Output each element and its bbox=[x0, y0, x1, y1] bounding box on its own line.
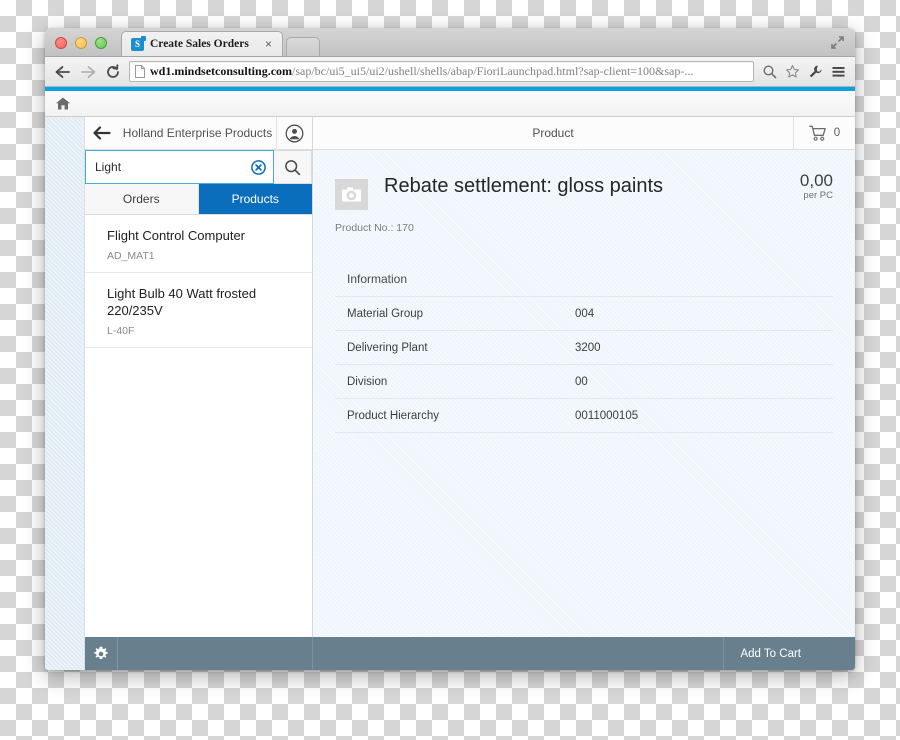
detail-header: Product 0 bbox=[313, 116, 855, 150]
left-rail bbox=[45, 117, 85, 670]
browser-tab-title: Create Sales Orders bbox=[150, 38, 249, 50]
information-section: Information Material Group 004 Deliverin… bbox=[335, 272, 833, 433]
browser-title-bar: Create Sales Orders × bbox=[45, 28, 855, 57]
hamburger-menu-icon[interactable] bbox=[831, 64, 846, 79]
url-host: wd1.mindsetconsulting.com bbox=[150, 64, 293, 78]
clear-circle-icon[interactable] bbox=[251, 159, 266, 175]
zoom-window-button[interactable] bbox=[95, 37, 107, 49]
close-window-button[interactable] bbox=[55, 37, 67, 49]
page-title: Product bbox=[532, 126, 574, 140]
row-value: 0011000105 bbox=[575, 409, 639, 422]
tab-products[interactable]: Products bbox=[198, 184, 312, 214]
table-row: Material Group 004 bbox=[335, 297, 833, 331]
browser-tab[interactable]: Create Sales Orders × bbox=[121, 31, 283, 56]
gear-icon[interactable] bbox=[85, 637, 118, 670]
back-arrow-icon[interactable] bbox=[85, 126, 119, 140]
master-header: Holland Enterprise Products bbox=[85, 116, 312, 150]
url-path: /sap/bc/ui5_ui5/ui2/ushell/shells/abap/F… bbox=[292, 64, 694, 78]
product-number: Product No.: 170 bbox=[335, 222, 414, 234]
camera-placeholder-icon bbox=[335, 179, 368, 210]
row-label: Product Hierarchy bbox=[347, 409, 440, 422]
home-icon[interactable] bbox=[55, 96, 71, 111]
forward-arrow-icon[interactable] bbox=[79, 63, 96, 80]
close-icon[interactable]: × bbox=[261, 38, 276, 50]
master-list: Flight Control Computer AD_MAT1 Light Bu… bbox=[85, 215, 312, 637]
row-label: Division bbox=[347, 375, 388, 388]
address-bar[interactable]: wd1.mindsetconsulting.com/sap/bc/ui5_ui5… bbox=[129, 61, 754, 82]
search-field[interactable] bbox=[85, 150, 274, 184]
search-row bbox=[85, 150, 312, 184]
tab-orders[interactable]: Orders bbox=[85, 184, 199, 214]
add-to-cart-button[interactable]: Add To Cart bbox=[723, 637, 817, 670]
app-panes: Holland Enterprise Products Light Orders… bbox=[85, 116, 855, 670]
cart-count: 0 bbox=[833, 127, 841, 139]
shopping-cart-button[interactable]: 0 bbox=[793, 116, 855, 150]
sap-icon bbox=[131, 35, 146, 51]
url-text: wd1.mindsetconsulting.com/sap/bc/ui5_ui5… bbox=[150, 64, 748, 79]
user-avatar-icon[interactable] bbox=[276, 116, 312, 150]
back-arrow-icon[interactable] bbox=[54, 63, 71, 80]
search-icon[interactable] bbox=[274, 150, 312, 184]
information-table: Material Group 004 Delivering Plant 3200… bbox=[335, 296, 833, 433]
wrench-icon[interactable] bbox=[808, 64, 823, 79]
shopping-cart-icon bbox=[808, 125, 826, 141]
fullscreen-arrows-icon[interactable] bbox=[830, 35, 845, 50]
new-tab-button[interactable] bbox=[286, 37, 320, 56]
price-block: 0,00 per PC bbox=[786, 172, 833, 201]
minimize-window-button[interactable] bbox=[75, 37, 87, 49]
star-icon[interactable] bbox=[785, 64, 800, 79]
browser-toolbar: wd1.mindsetconsulting.com/sap/bc/ui5_ui5… bbox=[45, 57, 855, 87]
product-header: Rebate settlement: gloss paints 0,00 per… bbox=[335, 150, 833, 210]
list-item-subtitle: L-40F bbox=[107, 324, 135, 337]
segmented-tab-bar: Orders Products bbox=[85, 184, 312, 215]
reload-icon[interactable] bbox=[104, 63, 121, 80]
list-item[interactable]: Light Bulb 40 Watt frosted 220/235V L-40… bbox=[85, 273, 312, 348]
price-unit: per PC bbox=[803, 190, 833, 201]
table-row: Division 00 bbox=[335, 365, 833, 399]
master-pane: Holland Enterprise Products Light Orders… bbox=[85, 116, 313, 637]
magnifier-icon[interactable] bbox=[762, 64, 777, 79]
list-item-subtitle: AD_MAT1 bbox=[107, 249, 155, 262]
table-row: Product Hierarchy 0011000105 bbox=[335, 399, 833, 433]
browser-window: Create Sales Orders × bbox=[45, 28, 855, 670]
product-name: Rebate settlement: gloss paints bbox=[384, 175, 664, 197]
row-value: 3200 bbox=[575, 341, 601, 354]
panes-row: Holland Enterprise Products Light Orders… bbox=[85, 116, 855, 637]
search-input[interactable] bbox=[95, 160, 251, 174]
information-heading: Information bbox=[347, 272, 408, 286]
footer-right-segment bbox=[817, 637, 855, 670]
footer-left-segment bbox=[118, 637, 313, 670]
footer-bar: Add To Cart bbox=[85, 637, 855, 670]
page-document-icon bbox=[135, 65, 145, 78]
list-item-title: Light Bulb 40 Watt frosted 220/235V bbox=[107, 285, 257, 319]
master-title: Holland Enterprise Products bbox=[122, 126, 273, 140]
row-value: 00 bbox=[575, 375, 588, 388]
detail-content: Rebate settlement: gloss paints 0,00 per… bbox=[313, 150, 855, 637]
list-item[interactable]: Flight Control Computer AD_MAT1 bbox=[85, 215, 312, 273]
list-item-title: Flight Control Computer bbox=[107, 228, 245, 243]
table-row: Delivering Plant 3200 bbox=[335, 331, 833, 365]
window-controls bbox=[45, 37, 107, 56]
app-body: Holland Enterprise Products Light Orders… bbox=[45, 116, 855, 670]
price-value: 0,00 bbox=[799, 171, 833, 190]
row-value: 004 bbox=[575, 307, 595, 320]
row-label: Material Group bbox=[347, 307, 424, 320]
footer-middle-segment bbox=[313, 637, 723, 670]
detail-pane: Product 0 Rebate settlement: gloss paint… bbox=[313, 116, 855, 637]
row-label: Delivering Plant bbox=[347, 341, 428, 354]
fiori-shell-header bbox=[45, 91, 855, 117]
